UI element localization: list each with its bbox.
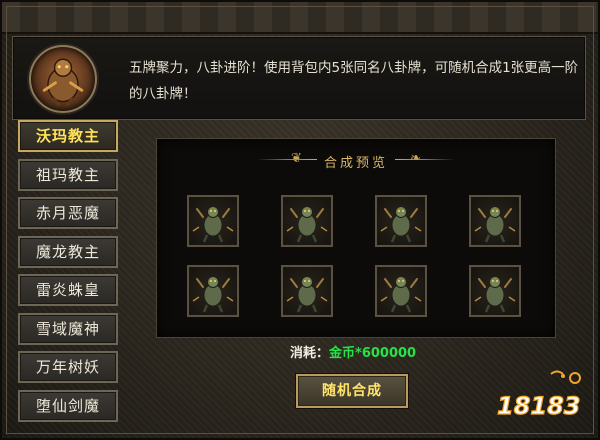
- preview-card[interactable]: [187, 265, 239, 317]
- description-banner: 五牌聚力，八卦进阶！使用背包内5张同名八卦牌，可随机合成1张更高一阶的八卦牌！: [12, 36, 586, 120]
- sidebar-item-duoxian[interactable]: 堕仙剑魔: [18, 389, 118, 422]
- cost-line: 消耗：金币*600000: [290, 342, 416, 361]
- bagua-card-icon: [286, 276, 328, 313]
- random-synthesis-button[interactable]: 随机合成: [296, 374, 408, 408]
- bagua-card-icon: [192, 206, 234, 243]
- preview-card[interactable]: [281, 195, 333, 247]
- sidebar-item-zuma[interactable]: 祖玛教主: [18, 158, 118, 191]
- sidebar-item-leiyan[interactable]: 雷炎蛛皇: [18, 274, 118, 306]
- boss-portrait-art: [42, 58, 84, 107]
- sidebar-item-wannian[interactable]: 万年树妖: [18, 351, 118, 383]
- sidebar-item-xueyu[interactable]: 雪域魔神: [18, 312, 118, 345]
- bagua-card-icon: [380, 206, 422, 243]
- bagua-card-icon: [380, 276, 422, 313]
- watermark-text: 18183: [497, 392, 581, 420]
- sidebar-item-chiyue[interactable]: 赤月恶魔: [18, 197, 118, 229]
- description-text: 五牌聚力，八卦进阶！使用背包内5张同名八卦牌，可随机合成1张更高一阶的八卦牌！: [129, 60, 579, 102]
- preview-card[interactable]: [375, 195, 427, 247]
- title-divider-right: [395, 159, 455, 160]
- bagua-card-icon: [474, 276, 516, 313]
- preview-title: 合成预览: [323, 156, 388, 171]
- cost-value: 金币*600000: [329, 346, 417, 361]
- bagua-card-icon: [192, 276, 234, 313]
- cost-label: 消耗：: [290, 346, 330, 361]
- bagua-card-icon: [286, 206, 328, 243]
- preview-card[interactable]: [375, 265, 427, 317]
- sidebar-item-molong[interactable]: 魔龙教主: [18, 235, 118, 268]
- preview-card[interactable]: [469, 265, 521, 317]
- boss-portrait-icon: [29, 45, 97, 113]
- preview-card[interactable]: [187, 195, 239, 247]
- site-watermark-logo: 18183: [496, 370, 581, 421]
- sidebar-item-woma[interactable]: 沃玛教主: [18, 120, 118, 152]
- bagua-card-icon: [474, 206, 516, 243]
- preview-card[interactable]: [469, 195, 521, 247]
- watermark-ring-icon: [569, 372, 581, 384]
- preview-card[interactable]: [281, 265, 333, 317]
- synthesis-preview-panel: ❦ 合成预览 ❧: [156, 138, 556, 338]
- boss-sidebar: 沃玛教主 祖玛教主 赤月恶魔 魔龙教主 雷炎蛛皇 雪域魔神 万年树妖 堕仙剑魔: [18, 120, 124, 428]
- scroll-ornament-right-icon: ❧: [410, 151, 421, 166]
